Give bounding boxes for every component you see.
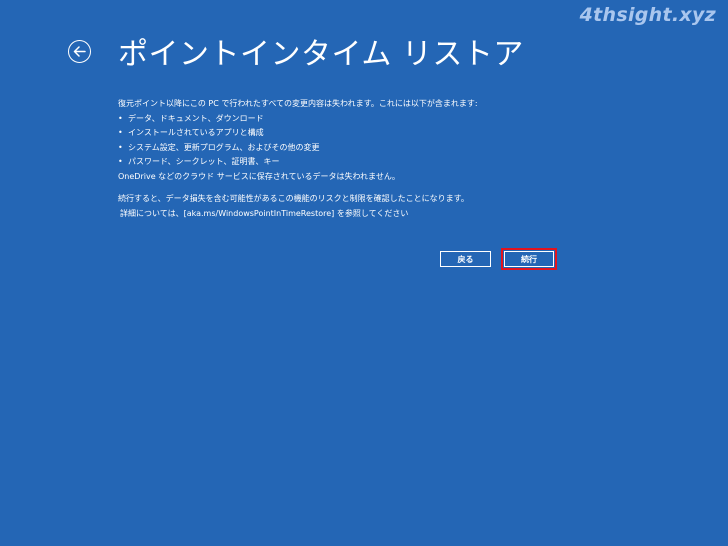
intro-text: 復元ポイント以降にこの PC で行われたすべての変更内容は失われます。これには以… bbox=[118, 99, 478, 108]
list-item: システム設定、更新プログラム、およびその他の変更 bbox=[118, 141, 558, 156]
list-item: パスワード、シークレット、証明書、キー bbox=[118, 155, 558, 170]
continue-button[interactable]: 続行 bbox=[504, 251, 554, 267]
continue-note: 続行すると、データ損失を含む可能性があるこの機能のリスクと制限を確認したことにな… bbox=[118, 194, 469, 203]
arrow-left-circle-icon bbox=[73, 46, 86, 57]
restore-description: 復元ポイント以降にこの PC で行われたすべての変更内容は失われます。これには以… bbox=[118, 97, 558, 221]
lost-items-list: データ、ドキュメント、ダウンロード インストールされているアプリと構成 システム… bbox=[118, 112, 558, 170]
back-arrow-button[interactable] bbox=[68, 40, 91, 63]
onedrive-note: OneDrive などのクラウド サービスに保存されているデータは失われません。 bbox=[118, 171, 400, 181]
list-item: データ、ドキュメント、ダウンロード bbox=[118, 112, 558, 127]
back-button[interactable]: 戻る bbox=[440, 251, 491, 267]
site-watermark: 4thsight.xyz bbox=[579, 4, 716, 26]
list-item: インストールされているアプリと構成 bbox=[118, 126, 558, 141]
details-note: 詳細については、[aka.ms/WindowsPointInTimeRestor… bbox=[120, 208, 409, 218]
page-title: ポイントインタイム リストア bbox=[118, 37, 524, 72]
